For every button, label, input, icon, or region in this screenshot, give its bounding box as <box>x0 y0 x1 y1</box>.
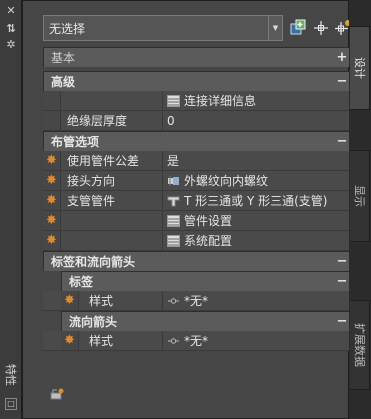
tab-display[interactable]: 显示 <box>350 150 370 242</box>
pipe-joint-icon <box>168 175 179 186</box>
category-routing-options[interactable]: 布管选项 − <box>43 131 353 151</box>
properties-panel: 无选择 ▼ 基本 + 高级 − 连接详细信息 绝缘层厚度 0 布管选项 − ✸ … <box>22 0 353 419</box>
palette-title: 特性 <box>4 364 17 386</box>
selection-dropdown[interactable]: 无选择 ▼ <box>43 15 283 41</box>
property-row-fitting-tolerance[interactable]: ✸ 使用管件公差 是 <box>43 151 353 171</box>
table-icon <box>167 214 180 227</box>
pickable-marker-icon: ✸ <box>43 211 61 230</box>
pick-objects-icon[interactable] <box>311 18 331 38</box>
chevron-down-icon[interactable]: ▼ <box>268 16 282 40</box>
tab-design[interactable]: 设计 <box>350 26 370 110</box>
pickable-marker-icon: ✸ <box>43 191 61 210</box>
palette-side-strip: ✕ ⇅ ✲ 特性 □ <box>0 0 22 419</box>
category-advanced[interactable]: 高级 − <box>43 71 353 91</box>
tee-icon <box>167 196 180 206</box>
style-icon <box>168 337 179 344</box>
selection-value: 无选择 <box>49 21 86 36</box>
toolbar: 无选择 ▼ <box>43 15 351 41</box>
pickable-marker-icon: ✸ <box>43 151 61 170</box>
category-labels[interactable]: 标签 − <box>61 271 353 291</box>
category-basic[interactable]: 基本 + <box>43 47 353 67</box>
pickable-marker-icon: ✸ <box>43 231 61 250</box>
property-row-system-config[interactable]: ✸ 系统配置 <box>43 231 353 251</box>
category-labels-flow-arrows[interactable]: 标签和流向箭头 − <box>43 251 353 271</box>
property-row-fitting-settings[interactable]: ✸ 管件设置 <box>43 211 353 231</box>
palette-tabs: 设计 显示 扩展数据 <box>349 0 371 419</box>
property-row-insulation-thickness[interactable]: 绝缘层厚度 0 <box>43 111 353 131</box>
settings-icon[interactable]: ✲ <box>3 38 19 52</box>
close-icon[interactable]: ✕ <box>3 4 19 18</box>
property-row-connection-details[interactable]: 连接详细信息 <box>43 91 353 111</box>
property-row-label-style[interactable]: ✸ 样式 *无* <box>43 291 353 311</box>
category-flow-arrows[interactable]: 流向箭头 − <box>61 311 353 331</box>
property-row-branch-fitting[interactable]: ✸ 支管管件 T 形三通或 Y 形三通(支管) <box>43 191 353 211</box>
tab-extended-data[interactable]: 扩展数据 <box>350 300 370 390</box>
pipe-tool-icon[interactable] <box>49 387 65 403</box>
style-icon <box>168 297 179 304</box>
property-row-joint-direction[interactable]: ✸ 接头方向 外螺纹向内螺纹 <box>43 171 353 191</box>
table-icon <box>167 94 180 107</box>
table-icon <box>167 234 180 247</box>
pickable-marker-icon: ✸ <box>61 331 79 350</box>
property-row-flow-style[interactable]: ✸ 样式 *无* <box>43 331 353 351</box>
property-grid: 基本 + 高级 − 连接详细信息 绝缘层厚度 0 布管选项 − ✸ 使用管件公差… <box>43 47 353 351</box>
pickable-marker-icon: ✸ <box>43 171 61 190</box>
auto-hide-icon[interactable]: ⇅ <box>3 22 19 36</box>
dock-icon[interactable]: □ <box>5 398 17 410</box>
pickable-marker-icon: ✸ <box>61 291 79 310</box>
quick-select-icon[interactable] <box>288 18 308 38</box>
